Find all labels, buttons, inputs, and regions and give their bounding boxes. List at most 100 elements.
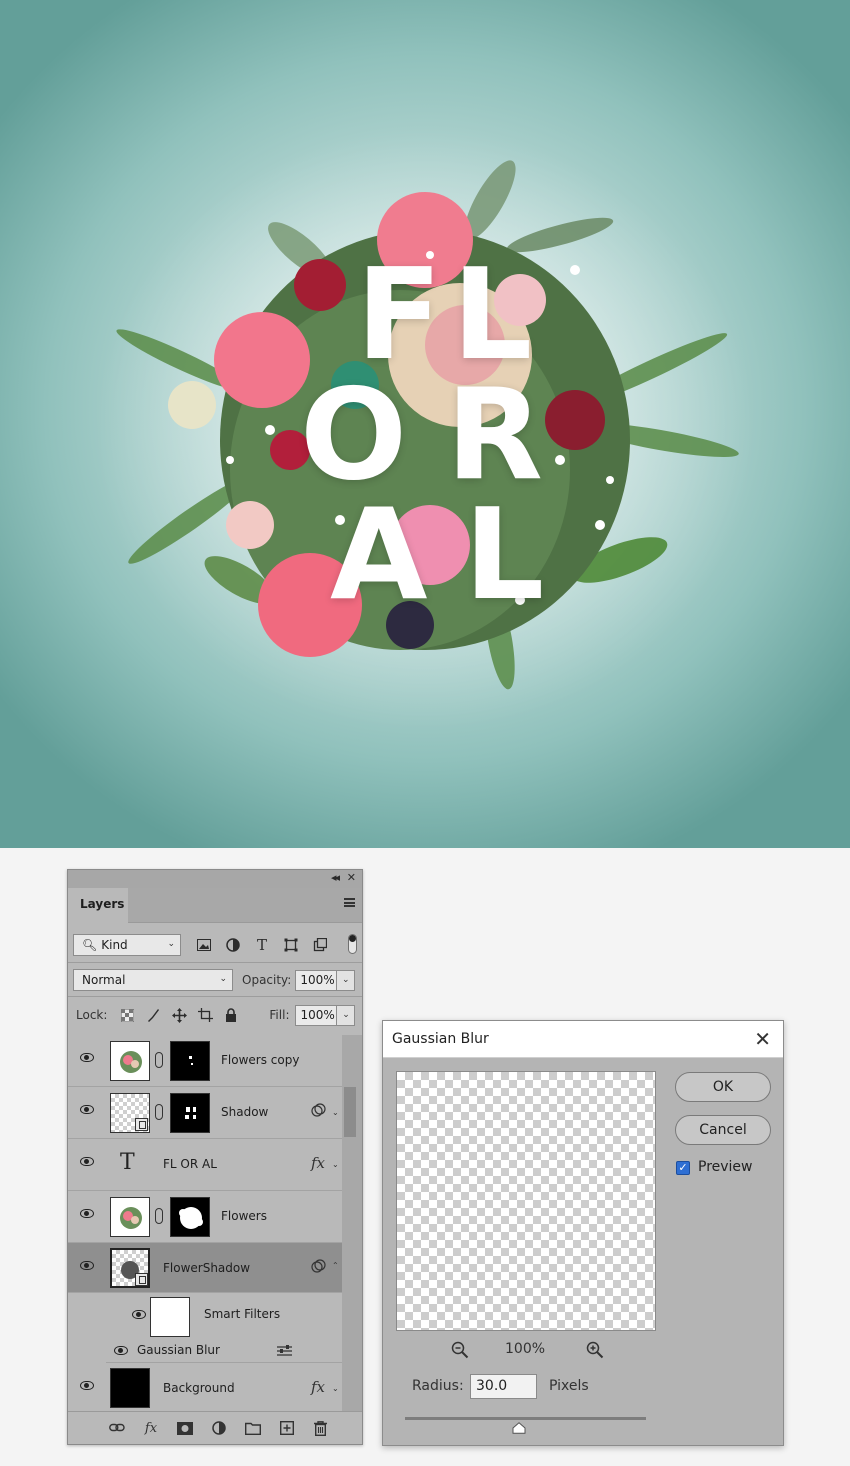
layer-thumbnail xyxy=(110,1368,150,1408)
blend-mode-value: Normal xyxy=(82,973,126,987)
delete-layer-trash-icon[interactable] xyxy=(311,1419,329,1437)
expand-chevron-icon[interactable]: ⌄ xyxy=(332,1108,339,1117)
expand-chevron-icon[interactable]: ⌄ xyxy=(332,1384,339,1393)
layer-effects-fx-icon[interactable]: fx xyxy=(311,1154,325,1172)
type-filter-icon[interactable]: T xyxy=(253,936,271,954)
layer-name: FlowerShadow xyxy=(163,1261,251,1275)
visibility-eye-icon[interactable] xyxy=(132,1310,146,1319)
visibility-eye-icon[interactable] xyxy=(114,1346,128,1355)
link-chain-icon[interactable] xyxy=(155,1052,163,1068)
type-layer-icon: T xyxy=(120,1150,135,1175)
close-dialog-icon[interactable]: ✕ xyxy=(754,1027,771,1051)
opacity-input[interactable]: 100% xyxy=(295,969,338,991)
lock-all-icon[interactable] xyxy=(223,1007,239,1023)
radius-label: Radius: xyxy=(412,1378,464,1394)
separator xyxy=(68,962,362,963)
chevron-down-icon: ⌄ xyxy=(219,974,227,984)
fill-label: Fill: xyxy=(269,1008,290,1022)
panel-footer: fx xyxy=(68,1411,362,1444)
link-layers-icon[interactable] xyxy=(108,1419,126,1437)
visibility-eye-icon[interactable] xyxy=(80,1105,94,1114)
new-group-folder-icon[interactable] xyxy=(244,1419,262,1437)
visibility-eye-icon[interactable] xyxy=(80,1053,94,1062)
layer-thumbnail xyxy=(110,1093,150,1133)
ok-button[interactable]: OK xyxy=(675,1072,771,1102)
shape-filter-icon[interactable] xyxy=(282,936,300,954)
visibility-eye-icon[interactable] xyxy=(80,1381,94,1390)
dialog-titlebar[interactable]: Gaussian Blur ✕ xyxy=(383,1021,783,1058)
close-panel-icon[interactable]: ✕ xyxy=(347,871,356,884)
kind-filter-select[interactable]: 🔍︎ Kind ⌄ xyxy=(73,934,181,956)
smart-object-filter-icon[interactable] xyxy=(311,936,329,954)
layer-row-background[interactable]: Background fx ⌄ xyxy=(68,1363,342,1413)
image-filter-icon[interactable] xyxy=(195,936,213,954)
smart-object-badge-icon xyxy=(135,1273,148,1286)
blend-row: Normal ⌄ Opacity: 100% ⌄ xyxy=(68,968,362,992)
zoom-out-icon[interactable] xyxy=(451,1341,469,1359)
floral-letter-f: F xyxy=(356,241,449,388)
layer-thumbnail xyxy=(110,1041,150,1081)
layer-effects-fx-icon[interactable]: fx xyxy=(311,1378,325,1396)
panel-topbar: ◂◂ ✕ xyxy=(68,870,362,888)
search-icon: 🔍︎ xyxy=(82,938,98,952)
layer-name: Shadow xyxy=(221,1105,269,1119)
scrollbar-thumb[interactable] xyxy=(344,1087,356,1137)
lock-transparent-pixels-icon[interactable] xyxy=(119,1007,135,1023)
floral-letter-l2: L xyxy=(464,481,551,628)
layer-mask-thumbnail[interactable] xyxy=(170,1093,210,1133)
filter-blending-options-icon[interactable] xyxy=(277,1344,292,1360)
floral-letter-o: O xyxy=(300,361,414,508)
blend-mode-select[interactable]: Normal ⌄ xyxy=(73,969,233,991)
new-layer-icon[interactable] xyxy=(278,1419,296,1437)
collapse-chevron-icon[interactable]: ⌃ xyxy=(332,1261,339,1270)
floral-letter-a: A xyxy=(330,481,434,628)
visibility-eye-icon[interactable] xyxy=(80,1157,94,1166)
layer-row-flowers[interactable]: Flowers xyxy=(68,1191,342,1243)
opacity-dropdown-button[interactable]: ⌄ xyxy=(337,969,356,991)
fill-input[interactable]: 100% xyxy=(295,1004,338,1026)
gaussian-blur-filter-row[interactable]: Gaussian Blur xyxy=(106,1339,342,1363)
add-layer-style-fx-icon[interactable]: fx xyxy=(142,1419,160,1437)
collapse-panel-icon[interactable]: ◂◂ xyxy=(331,871,340,884)
layer-name: Gaussian Blur xyxy=(137,1343,220,1357)
floral-letter-l: L xyxy=(452,241,539,388)
preview-checkbox[interactable]: ✓ xyxy=(676,1161,690,1175)
lock-position-icon[interactable] xyxy=(171,1007,187,1023)
layer-mask-thumbnail[interactable] xyxy=(170,1041,210,1081)
zoom-in-icon[interactable] xyxy=(586,1341,604,1359)
fill-dropdown-button[interactable]: ⌄ xyxy=(337,1004,356,1026)
smart-filter-mask-thumbnail[interactable] xyxy=(150,1297,190,1337)
layer-mask-thumbnail[interactable] xyxy=(170,1197,210,1237)
panel-menu-icon[interactable] xyxy=(344,898,355,907)
tab-layers[interactable]: Layers xyxy=(68,888,128,923)
cancel-button[interactable]: Cancel xyxy=(675,1115,771,1145)
separator xyxy=(68,996,362,997)
link-chain-icon[interactable] xyxy=(155,1104,163,1120)
link-chain-icon[interactable] xyxy=(155,1208,163,1224)
adjustment-filter-icon[interactable] xyxy=(224,936,242,954)
radius-slider-track[interactable] xyxy=(405,1417,646,1420)
floral-bouquet-illustration xyxy=(95,130,755,730)
layer-row-flowershadow[interactable]: FlowerShadow ⌃ xyxy=(68,1243,342,1293)
layer-name: Background xyxy=(163,1381,235,1395)
lock-image-pixels-icon[interactable] xyxy=(145,1007,161,1023)
gaussian-blur-dialog: Gaussian Blur ✕ 100% OK Cancel ✓ Preview… xyxy=(382,1020,784,1446)
visibility-eye-icon[interactable] xyxy=(80,1209,94,1218)
lock-artboard-icon[interactable] xyxy=(197,1007,213,1023)
expand-chevron-icon[interactable]: ⌄ xyxy=(332,1160,339,1169)
smart-filters-row[interactable]: Smart Filters xyxy=(106,1293,342,1339)
filter-row: 🔍︎ Kind ⌄ T xyxy=(68,932,362,958)
panel-tabbar: Layers xyxy=(68,888,362,923)
visibility-eye-icon[interactable] xyxy=(80,1261,94,1270)
new-adjustment-layer-icon[interactable] xyxy=(210,1419,228,1437)
layer-row-flowers-copy[interactable]: Flowers copy xyxy=(68,1035,342,1087)
radius-slider-handle[interactable] xyxy=(512,1422,526,1434)
layer-row-shadow[interactable]: Shadow ⌄ xyxy=(68,1087,342,1139)
blur-preview-area[interactable] xyxy=(396,1071,656,1331)
opacity-label: Opacity: xyxy=(242,973,292,987)
radius-input[interactable]: 30.0 xyxy=(470,1374,537,1399)
layer-thumbnail xyxy=(110,1197,150,1237)
filter-toggle-switch[interactable] xyxy=(348,934,357,954)
layer-row-text-floral[interactable]: T FL OR AL fx ⌄ xyxy=(68,1139,342,1191)
add-mask-icon[interactable] xyxy=(176,1419,194,1437)
